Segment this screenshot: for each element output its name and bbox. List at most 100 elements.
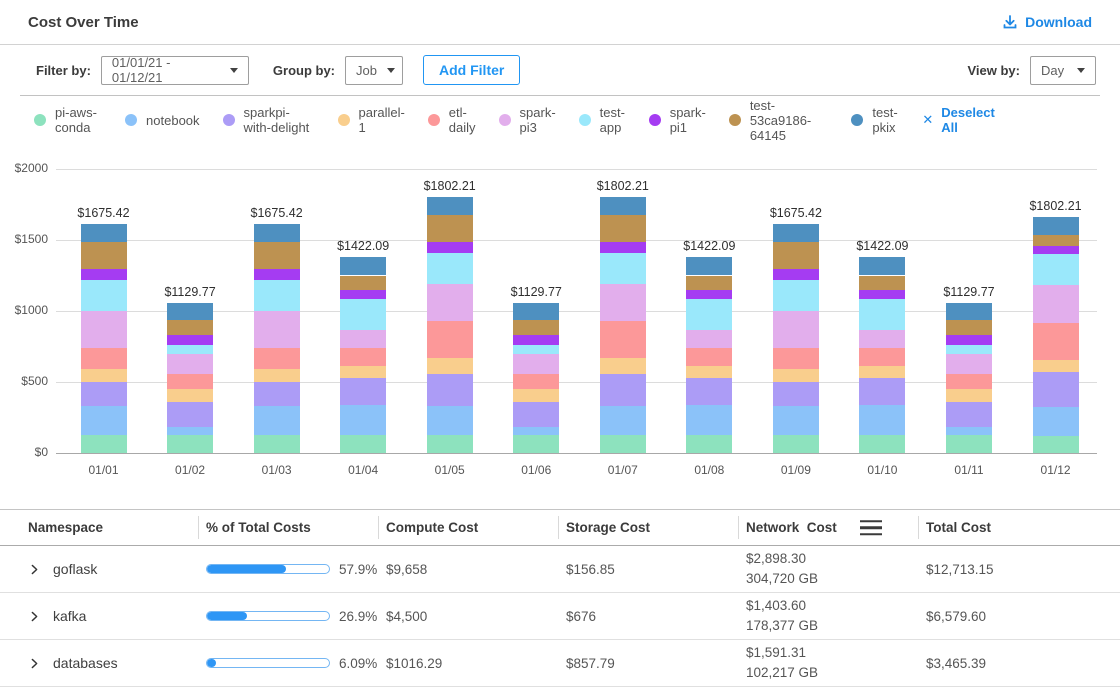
view-by-select[interactable]: Day	[1030, 56, 1096, 85]
bar-segment-test-pkix-01/01[interactable]	[81, 224, 127, 242]
bar-segment-etl-daily-01/07[interactable]	[600, 321, 646, 358]
bar-segment-pi-aws-conda-01/06[interactable]	[513, 435, 559, 453]
bar-segment-sparkpi-with-delight-01/05[interactable]	[427, 374, 473, 406]
bar-segment-parallel-1-01/08[interactable]	[686, 366, 732, 378]
bar-segment-etl-daily-01/06[interactable]	[513, 374, 559, 389]
bar-segment-test-pkix-01/09[interactable]	[773, 224, 819, 242]
legend-item-spark-pi3[interactable]: spark-pi3	[499, 105, 556, 135]
bar-segment-notebook-01/09[interactable]	[773, 406, 819, 435]
download-button[interactable]: Download	[1002, 14, 1092, 30]
bar-segment-test-pkix-01/06[interactable]	[513, 303, 559, 320]
bar-segment-parallel-1-01/09[interactable]	[773, 369, 819, 382]
menu-icon[interactable]	[860, 520, 882, 536]
legend-item-pi-aws-conda[interactable]: pi-aws-conda	[34, 105, 102, 135]
legend-item-notebook[interactable]: notebook	[125, 113, 200, 128]
bar-segment-etl-daily-01/12[interactable]	[1033, 323, 1079, 360]
bar-segment-spark-pi3-01/05[interactable]	[427, 284, 473, 321]
column-header-namespace[interactable]: Namespace	[0, 520, 178, 535]
bar-segment-test-53ca9186-64145-01/03[interactable]	[254, 242, 300, 269]
bar-segment-test-53ca9186-64145-01/08[interactable]	[686, 276, 732, 290]
bar-segment-etl-daily-01/09[interactable]	[773, 348, 819, 369]
legend-item-test-pkix[interactable]: test-pkix	[851, 105, 899, 135]
bar-segment-test-53ca9186-64145-01/05[interactable]	[427, 215, 473, 242]
bar-segment-spark-pi3-01/11[interactable]	[946, 354, 992, 374]
bar-segment-test-app-01/06[interactable]	[513, 345, 559, 354]
add-filter-button[interactable]: Add Filter	[423, 55, 520, 85]
bar-segment-test-53ca9186-64145-01/06[interactable]	[513, 320, 559, 334]
bar-segment-notebook-01/04[interactable]	[340, 405, 386, 435]
bar-segment-spark-pi1-01/05[interactable]	[427, 242, 473, 253]
bar-segment-parallel-1-01/12[interactable]	[1033, 360, 1079, 373]
bar-segment-sparkpi-with-delight-01/10[interactable]	[859, 378, 905, 405]
bar-segment-etl-daily-01/01[interactable]	[81, 348, 127, 369]
bar-segment-spark-pi3-01/07[interactable]	[600, 284, 646, 321]
bar-segment-test-app-01/12[interactable]	[1033, 254, 1079, 286]
bar-segment-test-53ca9186-64145-01/01[interactable]	[81, 242, 127, 269]
legend-item-spark-pi1[interactable]: spark-pi1	[649, 105, 706, 135]
bar-segment-spark-pi1-01/10[interactable]	[859, 290, 905, 299]
bar-segment-sparkpi-with-delight-01/12[interactable]	[1033, 372, 1079, 407]
date-range-select[interactable]: 01/01/21 - 01/12/21	[101, 56, 249, 85]
bar-segment-parallel-1-01/07[interactable]	[600, 358, 646, 374]
bar-segment-test-app-01/08[interactable]	[686, 299, 732, 330]
bar-segment-test-pkix-01/11[interactable]	[946, 303, 992, 320]
chevron-right-icon[interactable]	[28, 610, 41, 623]
bar-segment-test-pkix-01/12[interactable]	[1033, 217, 1079, 235]
bar-segment-sparkpi-with-delight-01/08[interactable]	[686, 378, 732, 405]
bar-segment-spark-pi1-01/09[interactable]	[773, 269, 819, 280]
column-header-compute-cost[interactable]: Compute Cost	[358, 520, 538, 535]
bar-segment-sparkpi-with-delight-01/06[interactable]	[513, 402, 559, 427]
column-header-pct-total-costs[interactable]: % of Total Costs	[178, 520, 358, 535]
legend-item-parallel-1[interactable]: parallel-1	[338, 105, 405, 135]
bar-segment-sparkpi-with-delight-01/02[interactable]	[167, 402, 213, 427]
bar-segment-test-pkix-01/10[interactable]	[859, 257, 905, 275]
bar-segment-test-53ca9186-64145-01/09[interactable]	[773, 242, 819, 269]
bar-segment-test-app-01/05[interactable]	[427, 253, 473, 284]
bar-segment-test-app-01/07[interactable]	[600, 253, 646, 284]
group-by-select[interactable]: Job	[345, 56, 403, 85]
bar-segment-spark-pi1-01/04[interactable]	[340, 290, 386, 299]
bar-segment-notebook-01/11[interactable]	[946, 427, 992, 435]
bar-segment-spark-pi3-01/04[interactable]	[340, 330, 386, 348]
column-header-storage-cost[interactable]: Storage Cost	[538, 520, 718, 535]
bar-segment-spark-pi1-01/08[interactable]	[686, 290, 732, 299]
bar-segment-parallel-1-01/05[interactable]	[427, 358, 473, 374]
legend-item-sparkpi-with-delight[interactable]: sparkpi-with-delight	[223, 105, 315, 135]
bar-segment-notebook-01/03[interactable]	[254, 406, 300, 435]
bar-segment-spark-pi3-01/02[interactable]	[167, 354, 213, 374]
bar-segment-etl-daily-01/10[interactable]	[859, 348, 905, 366]
bar-segment-test-53ca9186-64145-01/12[interactable]	[1033, 235, 1079, 246]
bar-segment-etl-daily-01/08[interactable]	[686, 348, 732, 366]
bar-segment-etl-daily-01/11[interactable]	[946, 374, 992, 389]
chevron-right-icon[interactable]	[28, 563, 41, 576]
bar-segment-spark-pi3-01/09[interactable]	[773, 311, 819, 348]
bar-segment-pi-aws-conda-01/05[interactable]	[427, 435, 473, 453]
legend-item-test-app[interactable]: test-app	[579, 105, 626, 135]
legend-item-test-53ca9186-64145[interactable]: test-53ca9186-64145	[729, 98, 829, 143]
bar-segment-spark-pi3-01/06[interactable]	[513, 354, 559, 374]
bar-segment-test-app-01/04[interactable]	[340, 299, 386, 330]
bar-segment-spark-pi1-01/01[interactable]	[81, 269, 127, 280]
bar-segment-test-app-01/11[interactable]	[946, 345, 992, 354]
bar-segment-spark-pi3-01/01[interactable]	[81, 311, 127, 348]
bar-segment-parallel-1-01/04[interactable]	[340, 366, 386, 378]
bar-segment-test-pkix-01/03[interactable]	[254, 224, 300, 242]
bar-segment-spark-pi1-01/02[interactable]	[167, 335, 213, 345]
bar-segment-parallel-1-01/10[interactable]	[859, 366, 905, 378]
bar-segment-notebook-01/05[interactable]	[427, 406, 473, 435]
bar-segment-spark-pi1-01/11[interactable]	[946, 335, 992, 345]
deselect-all-button[interactable]: ✕ Deselect All	[922, 105, 996, 135]
bar-segment-notebook-01/02[interactable]	[167, 427, 213, 435]
bar-segment-sparkpi-with-delight-01/04[interactable]	[340, 378, 386, 405]
bar-segment-test-app-01/10[interactable]	[859, 299, 905, 330]
bar-segment-parallel-1-01/11[interactable]	[946, 389, 992, 402]
bar-segment-spark-pi1-01/03[interactable]	[254, 269, 300, 280]
bar-segment-sparkpi-with-delight-01/09[interactable]	[773, 382, 819, 406]
bar-segment-pi-aws-conda-01/10[interactable]	[859, 435, 905, 453]
bar-segment-etl-daily-01/04[interactable]	[340, 348, 386, 366]
chevron-right-icon[interactable]	[28, 657, 41, 670]
bar-segment-test-53ca9186-64145-01/04[interactable]	[340, 276, 386, 290]
column-header-total-cost[interactable]: Total Cost	[898, 520, 1120, 535]
bar-segment-test-app-01/02[interactable]	[167, 345, 213, 354]
bar-segment-test-app-01/03[interactable]	[254, 280, 300, 311]
